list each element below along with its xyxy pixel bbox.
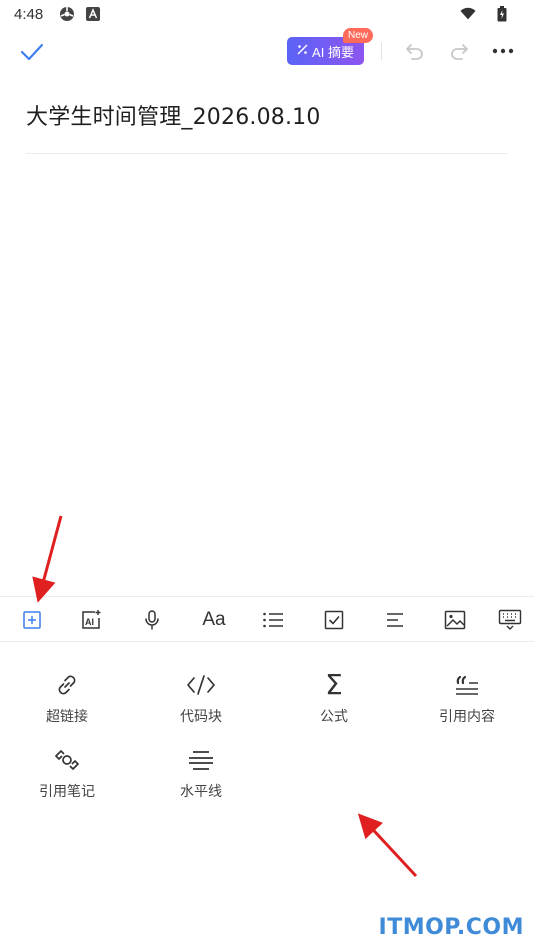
checkbox-button[interactable] — [320, 606, 348, 634]
text-style-button[interactable]: Aa — [198, 606, 230, 634]
image-icon — [444, 610, 466, 630]
ai-write-button[interactable]: AI — [77, 606, 105, 634]
microphone-icon — [145, 610, 159, 630]
insert-icon — [23, 611, 41, 629]
insert-code-block-button[interactable]: 代码块 — [146, 670, 256, 734]
battery-icon — [494, 6, 510, 22]
app-a-icon — [85, 6, 101, 22]
keyboard-toggle-button[interactable] — [496, 606, 524, 634]
sigma-icon: Σ — [325, 668, 343, 701]
code-icon — [186, 670, 216, 700]
ai-summary-label: AI 摘要 — [312, 44, 354, 60]
image-button[interactable] — [441, 606, 469, 634]
title-divider — [26, 153, 508, 154]
align-icon — [387, 613, 403, 627]
insert-note-link-button[interactable]: 引用笔记 — [12, 745, 122, 809]
more-button[interactable] — [490, 38, 516, 64]
insert-horizontal-rule-button[interactable]: 水平线 — [146, 745, 256, 809]
note-body-editor[interactable] — [26, 160, 508, 590]
format-toolbar: AI Aa — [0, 596, 534, 642]
note-title[interactable]: 大学生时间管理_2026.08.10 — [26, 99, 321, 131]
redo-button[interactable] — [446, 38, 472, 64]
undo-button[interactable] — [402, 38, 428, 64]
toolbar-divider — [381, 42, 382, 60]
status-bar: 4:48 — [0, 0, 534, 28]
voice-input-button[interactable] — [138, 606, 166, 634]
insert-link-label: 超链接 — [46, 709, 88, 725]
insert-horizontal-rule-label: 水平线 — [180, 784, 222, 800]
new-badge: New — [343, 28, 374, 43]
quote-icon — [452, 670, 482, 700]
insert-quote-button[interactable]: 引用内容 — [412, 670, 522, 734]
insert-formula-label: 公式 — [320, 709, 348, 725]
bullet-list-button[interactable] — [259, 606, 287, 634]
svg-text:AI: AI — [85, 617, 94, 627]
ai-sparkle-icon — [297, 44, 308, 58]
editor-toolbar: AI 摘要 New — [0, 28, 534, 74]
watermark: ITMOP.COM — [378, 915, 524, 940]
horizontal-rule-icon — [186, 745, 216, 775]
insert-code-block-label: 代码块 — [180, 709, 222, 725]
undo-icon — [406, 44, 423, 60]
checkbox-icon — [324, 610, 344, 630]
insert-link-button[interactable]: 超链接 — [12, 670, 122, 734]
insert-button[interactable] — [18, 606, 46, 634]
note-link-icon — [52, 745, 82, 775]
check-icon — [20, 43, 44, 61]
insert-note-link-label: 引用笔记 — [39, 784, 95, 800]
more-icon — [492, 48, 514, 54]
text-style-icon: Aa — [202, 609, 226, 630]
link-icon — [52, 670, 82, 700]
keyboard-icon — [498, 609, 522, 630]
wifi-icon — [460, 6, 476, 22]
bullet-list-icon — [263, 612, 283, 628]
vpn-icon — [59, 6, 75, 22]
done-button[interactable] — [18, 38, 46, 66]
status-time: 4:48 — [14, 5, 44, 23]
insert-formula-button[interactable]: Σ 公式 — [279, 670, 389, 734]
insert-quote-label: 引用内容 — [439, 709, 495, 725]
insert-panel: 超链接 代码块 Σ 公式 引用内容 引用笔记 水平线 — [0, 642, 534, 950]
ai-write-icon: AI — [82, 610, 101, 629]
redo-icon — [451, 44, 468, 60]
align-button[interactable] — [381, 606, 409, 634]
